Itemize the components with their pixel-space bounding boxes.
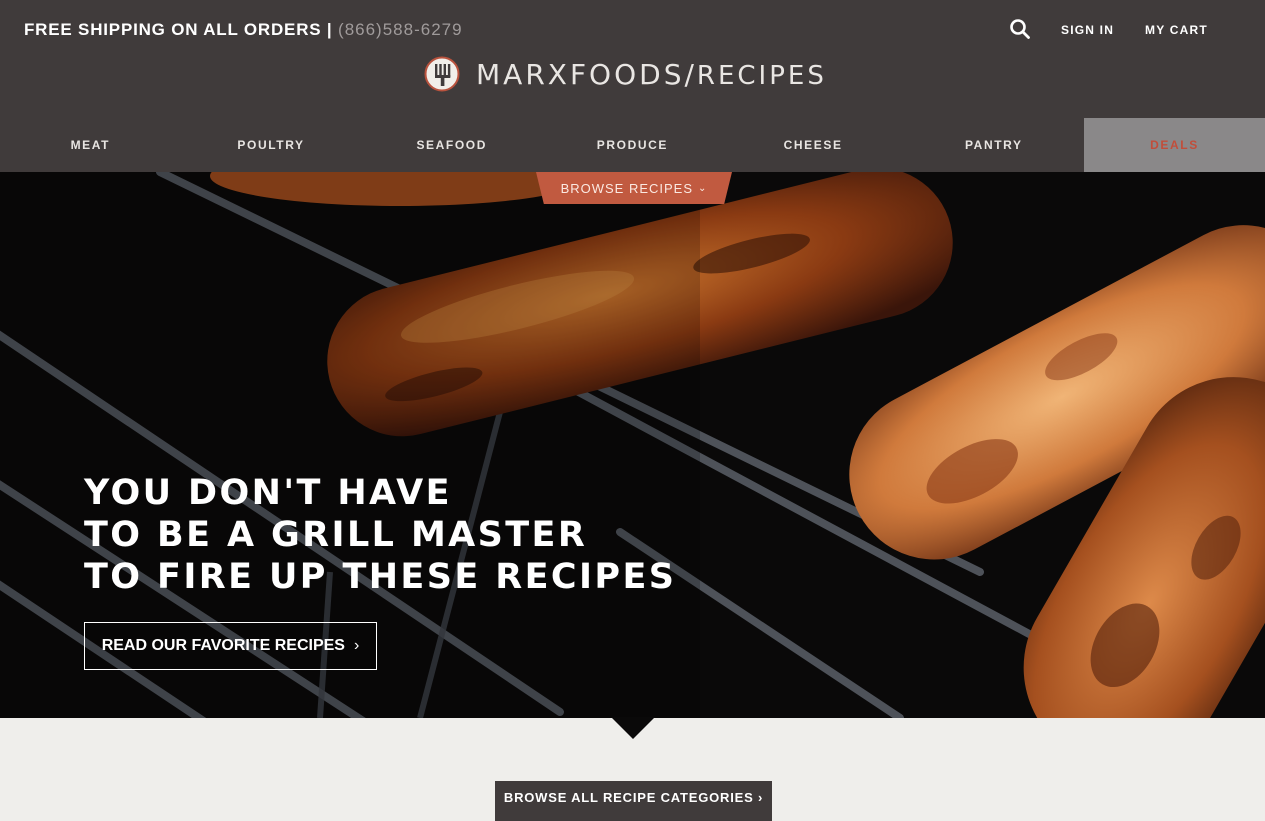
nav-item-produce[interactable]: PRODUCE bbox=[542, 118, 723, 172]
site-logo[interactable]: MARXFOODS/RECIPES bbox=[424, 54, 827, 94]
logo-sub: RECIPES bbox=[696, 60, 827, 91]
cta-label: READ OUR FAVORITE RECIPES bbox=[101, 637, 345, 654]
phone-number[interactable]: (866)588-6279 bbox=[338, 20, 463, 39]
nav-item-pantry[interactable]: PANTRY bbox=[903, 118, 1084, 172]
read-favorite-recipes-button[interactable]: READ OUR FAVORITE RECIPES › bbox=[84, 622, 377, 670]
shipping-banner: FREE SHIPPING ON ALL ORDERS | (866)588-6… bbox=[24, 20, 463, 40]
shipping-text: FREE SHIPPING ON ALL ORDERS | bbox=[24, 20, 333, 39]
section-pointer bbox=[611, 717, 655, 739]
headline-line-2: TO BE A GRILL MASTER bbox=[84, 515, 588, 555]
sign-in-link[interactable]: SIGN IN bbox=[1061, 23, 1114, 37]
logo-brand: MARXFOODS/ bbox=[476, 57, 697, 91]
fork-logo-icon bbox=[424, 56, 460, 92]
chevron-down-icon: ⌄ bbox=[698, 182, 708, 194]
search-icon bbox=[1010, 19, 1030, 39]
nav-item-seafood[interactable]: SEAFOOD bbox=[361, 118, 542, 172]
nav-item-deals[interactable]: DEALS bbox=[1084, 118, 1265, 172]
nav-item-poultry[interactable]: POULTRY bbox=[181, 118, 362, 172]
hero-banner: BROWSE RECIPES ⌄ YOU DON'T HAVE TO BE A … bbox=[0, 172, 1265, 718]
browse-recipes-tab[interactable]: BROWSE RECIPES ⌄ bbox=[536, 172, 732, 204]
logo-wordmark: MARXFOODS/RECIPES bbox=[476, 58, 827, 91]
hero-headline: YOU DON'T HAVE TO BE A GRILL MASTER TO F… bbox=[84, 472, 676, 598]
nav-item-meat[interactable]: MEAT bbox=[0, 118, 181, 172]
site-header: FREE SHIPPING ON ALL ORDERS | (866)588-6… bbox=[0, 0, 1265, 172]
browse-all-categories-button[interactable]: BROWSE ALL RECIPE CATEGORIES › bbox=[495, 781, 772, 821]
main-nav: MEAT POULTRY SEAFOOD PRODUCE CHEESE PANT… bbox=[0, 118, 1265, 172]
headline-line-1: YOU DON'T HAVE bbox=[84, 473, 452, 513]
chevron-right-icon: › bbox=[353, 637, 360, 654]
headline-line-3: TO FIRE UP THESE RECIPES bbox=[84, 557, 677, 597]
nav-item-cheese[interactable]: CHEESE bbox=[723, 118, 904, 172]
my-cart-link[interactable]: MY CART bbox=[1145, 23, 1208, 37]
search-button[interactable] bbox=[1008, 17, 1032, 41]
browse-recipes-label: BROWSE RECIPES bbox=[560, 180, 694, 196]
